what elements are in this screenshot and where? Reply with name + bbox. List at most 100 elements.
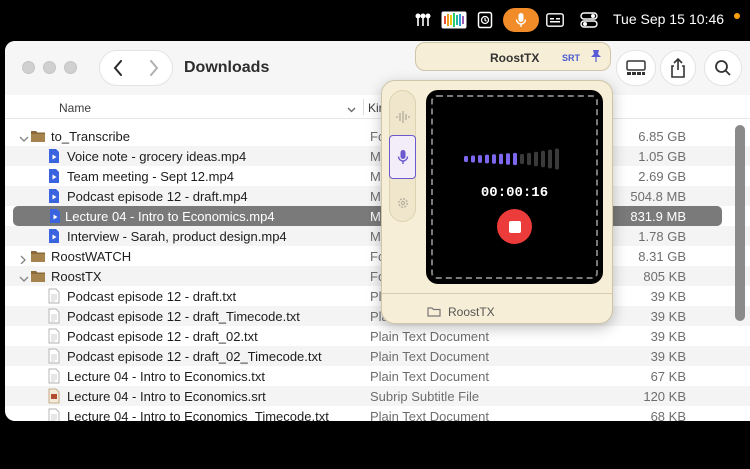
column-name[interactable]: Name [59, 101, 91, 115]
text-file-icon [46, 288, 62, 304]
forward-button[interactable] [136, 51, 172, 85]
stop-recording-button[interactable] [497, 209, 532, 244]
file-row[interactable]: Podcast episode 12 - draft_02.txt Plain T… [5, 326, 750, 346]
file-size: 39 KB [650, 309, 686, 324]
file-size: 8.31 GB [638, 249, 686, 264]
text-file-icon [46, 348, 62, 364]
caption-icon[interactable] [545, 10, 565, 30]
file-name: Podcast episode 12 - draft_02.txt [67, 329, 258, 344]
meter-bar [499, 153, 503, 165]
share-button[interactable] [660, 50, 696, 86]
pin-icon[interactable] [590, 49, 602, 68]
video-file-icon [46, 228, 62, 244]
file-row[interactable]: Lecture 04 - Intro to Economics_Timecode… [5, 406, 750, 421]
file-name: RoostWATCH [51, 249, 132, 264]
file-row[interactable]: Podcast episode 12 - draft_Timecode.txtP… [5, 306, 750, 326]
folder-row[interactable]: to_TranscribeFolder6.85 GB [5, 126, 750, 146]
recording-display: 00:00:16 [426, 90, 603, 284]
srt-badge[interactable]: SRT [562, 53, 580, 63]
text-file-icon [46, 368, 62, 384]
roosttx-title: RoostTX [490, 51, 540, 65]
file-row[interactable]: Team meeting - Sept 12.mp4MPEG-4 movie2.… [5, 166, 750, 186]
meter-bar [478, 155, 482, 163]
video-file-icon [46, 188, 62, 204]
file-row[interactable]: Lecture 04 - Intro to Economics.txt Plain… [5, 366, 750, 386]
gallery-view-icon [626, 60, 646, 75]
file-list: to_TranscribeFolder6.85 GBVoice note - g… [5, 126, 750, 421]
search-icon [715, 60, 731, 76]
waveform-icon [395, 111, 410, 123]
file-size: 805 KB [643, 269, 686, 284]
file-row[interactable]: Lecture 04 - Intro to Economics.srt Subri… [5, 386, 750, 406]
folder-icon [30, 268, 46, 284]
meter-bar [464, 156, 468, 162]
back-button[interactable] [100, 51, 136, 85]
file-kind: Plain Text Document [370, 329, 489, 344]
control-center-icon[interactable] [580, 10, 598, 30]
chevron-right-icon [150, 60, 159, 76]
chevron-down-icon[interactable] [347, 102, 356, 116]
file-row[interactable]: Lecture 04 - Intro to Economics.mp4MPEG-… [13, 206, 722, 226]
folder-icon [30, 248, 46, 264]
scrollbar[interactable] [735, 125, 745, 321]
window-toolbar: Downloads [5, 41, 750, 95]
view-options-button[interactable] [616, 50, 656, 86]
gear-icon [397, 198, 408, 208]
microphone-button[interactable] [389, 135, 416, 179]
folder-icon [427, 304, 441, 322]
file-row[interactable]: Interview - Sarah, product design.mp4MPE… [5, 226, 750, 246]
file-row[interactable]: Podcast episode 12 - draft.mp4MPEG-4 mov… [5, 186, 750, 206]
meter-bar [548, 149, 552, 169]
meter-bar [492, 154, 496, 164]
file-name: Lecture 04 - Intro to Economics.srt [67, 389, 266, 404]
file-name: Podcast episode 12 - draft.mp4 [67, 189, 248, 204]
file-size: 68 KB [650, 409, 686, 421]
menubar-time[interactable]: 10:46 [689, 11, 724, 27]
history-icon[interactable] [476, 10, 494, 30]
notification-dot [734, 13, 740, 19]
microphone-icon[interactable] [503, 8, 539, 32]
video-file-icon [46, 148, 62, 164]
text-file-icon [46, 328, 62, 344]
audio-meter-icon[interactable] [441, 10, 467, 30]
cluster-icon[interactable] [414, 10, 432, 30]
stop-icon [508, 220, 521, 233]
video-file-icon [47, 208, 63, 224]
file-size: 39 KB [650, 289, 686, 304]
disclosure-closed-icon[interactable] [19, 252, 29, 267]
file-size: 2.69 GB [638, 169, 686, 184]
meter-bar [506, 153, 510, 165]
file-row[interactable]: Podcast episode 12 - draft.txtPlain Text… [5, 286, 750, 306]
output-folder-label[interactable]: RoostTX [448, 305, 495, 319]
microphone-icon [397, 150, 408, 164]
file-kind: Plain Text Document [370, 369, 489, 384]
file-size: 39 KB [650, 329, 686, 344]
settings-button[interactable] [391, 189, 414, 217]
folder-row[interactable]: RoostTXFolder805 KB [5, 266, 750, 286]
window-title: Downloads [184, 59, 270, 76]
file-row[interactable]: Voice note - grocery ideas.mp4MPEG-4 mov… [5, 146, 750, 166]
file-name: Lecture 04 - Intro to Economics_Timecode… [67, 409, 329, 421]
file-size: 1.78 GB [638, 229, 686, 244]
column-divider [363, 99, 364, 115]
file-row[interactable]: Podcast episode 12 - draft_02_Timecode.t… [5, 346, 750, 366]
disclosure-open-icon[interactable] [19, 272, 29, 287]
minimize-window-button[interactable] [43, 61, 56, 74]
waveform-button[interactable] [391, 103, 414, 131]
finder-window: Downloads Name Kind to_TranscribeFolder6… [5, 41, 750, 421]
chevron-left-icon [113, 60, 122, 76]
file-name: to_Transcribe [51, 129, 130, 144]
meter-bar [513, 152, 517, 166]
close-window-button[interactable] [22, 61, 35, 74]
roosttx-panel: 00:00:16 RoostTX [381, 80, 613, 324]
file-name: Podcast episode 12 - draft_Timecode.txt [67, 309, 300, 324]
disclosure-open-icon[interactable] [19, 132, 29, 147]
search-button[interactable] [704, 50, 742, 86]
file-size: 504.8 MB [630, 189, 686, 204]
folder-row[interactable]: RoostWATCHFolder8.31 GB [5, 246, 750, 266]
file-name: Lecture 04 - Intro to Economics.mp4 [65, 209, 275, 224]
level-meter [464, 148, 559, 170]
menubar-date[interactable]: Tue Sep 15 [613, 11, 685, 27]
file-kind: Subrip Subtitle File [370, 389, 480, 404]
zoom-window-button[interactable] [64, 61, 77, 74]
